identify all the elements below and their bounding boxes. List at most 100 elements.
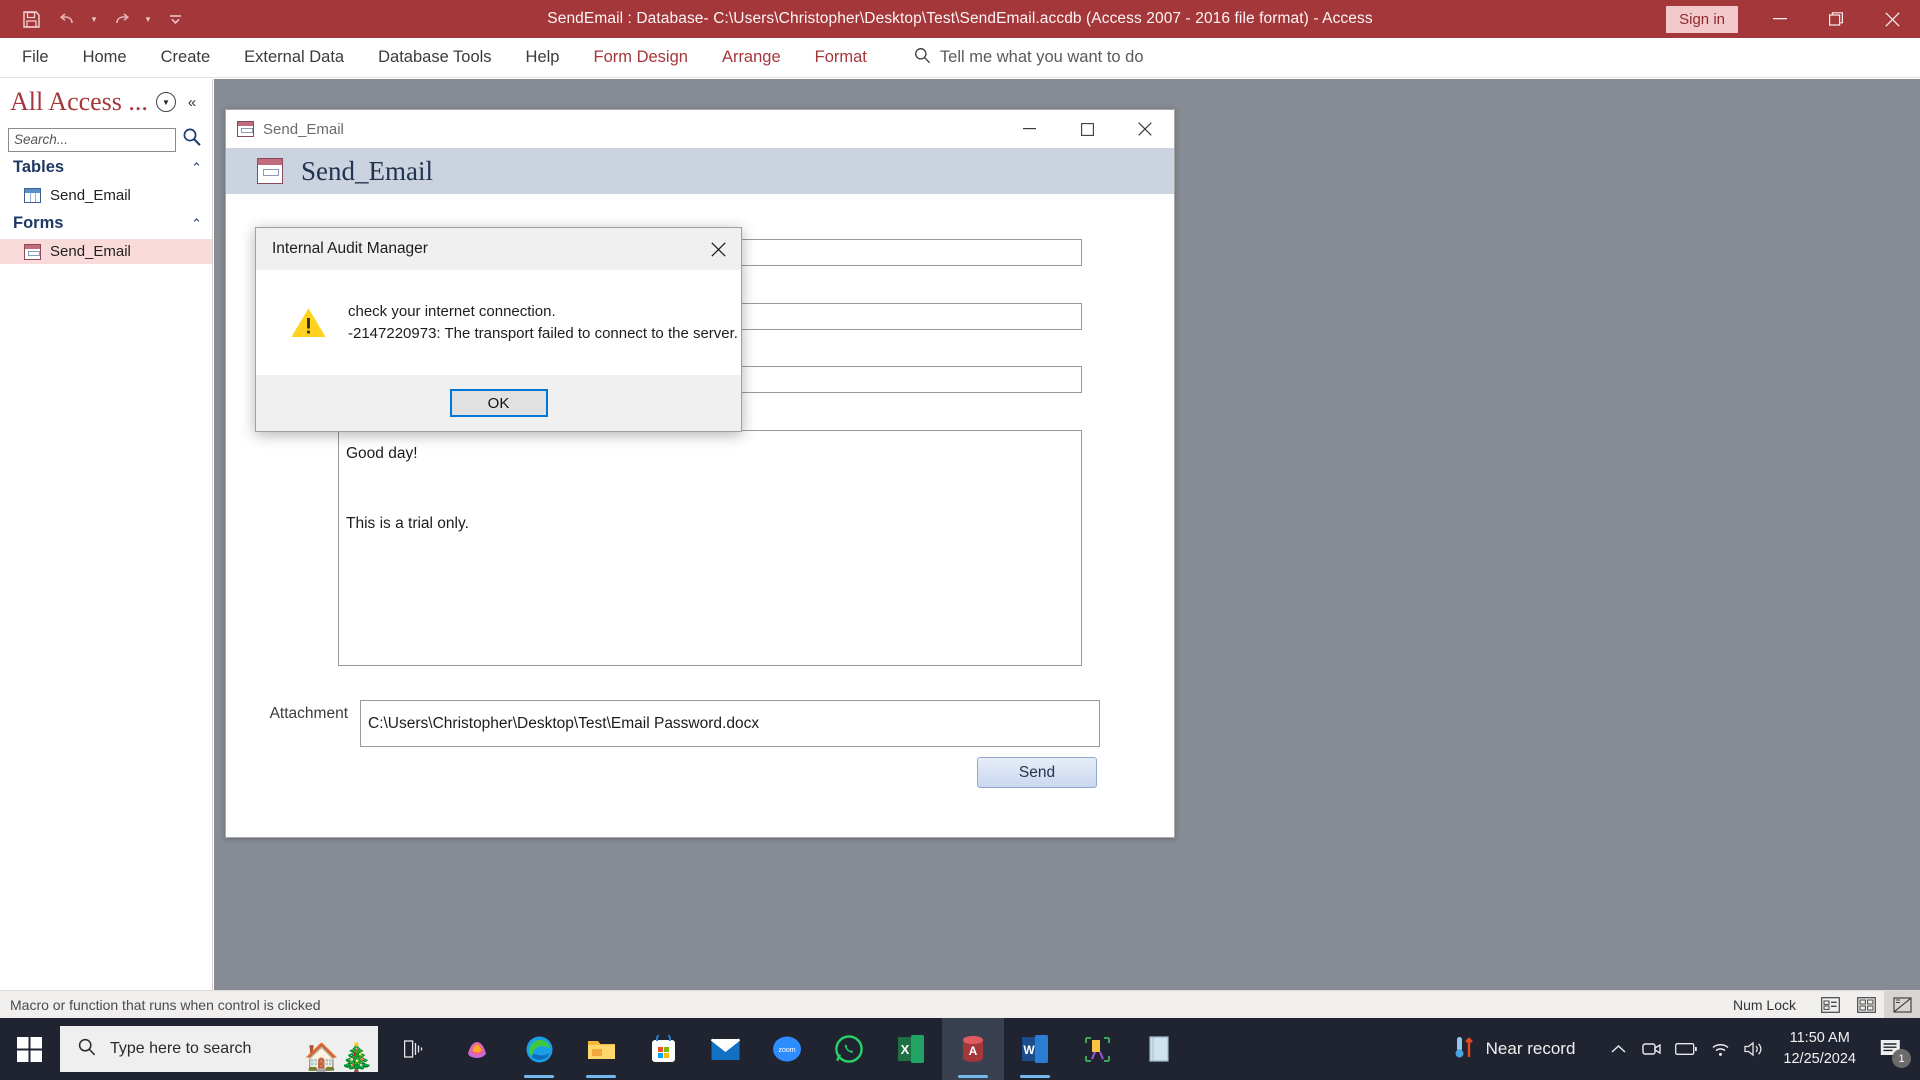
battery-icon[interactable]	[1669, 1018, 1703, 1080]
num-lock-indicator: Num Lock	[1732, 996, 1796, 1013]
customize-qat-icon[interactable]	[158, 4, 192, 34]
dialog-message-line2: -2147220973: The transport failed to con…	[348, 324, 738, 342]
ok-button[interactable]: OK	[449, 389, 548, 417]
attachment-field[interactable]: C:\Users\Christopher\Desktop\Test\Email …	[360, 700, 1100, 747]
ribbon-tab-format[interactable]: Format	[798, 38, 884, 78]
form-row-attachment: Attachment C:\Users\Christopher\Desktop\…	[226, 700, 1100, 747]
ribbon-tab-file[interactable]: File	[0, 38, 66, 78]
form-icon	[257, 158, 283, 184]
undo-dropdown-icon[interactable]: ▾	[86, 4, 102, 34]
dialog-body: check your internet connection. -2147220…	[256, 270, 741, 375]
show-hidden-icons-icon[interactable]	[1601, 1018, 1635, 1080]
status-bar: Macro or function that runs when control…	[0, 990, 1920, 1019]
thermometer-icon	[1454, 1035, 1476, 1064]
access-icon[interactable]: A	[942, 1018, 1004, 1080]
file-explorer-icon[interactable]	[570, 1018, 632, 1080]
start-button[interactable]	[0, 1018, 58, 1080]
collapse-pane-icon[interactable]: «	[188, 94, 196, 111]
form-window: Send_Email Send_Email Good day! This is …	[225, 109, 1175, 838]
ribbon-tab-external-data[interactable]: External Data	[227, 38, 361, 78]
svg-text:zoom: zoom	[778, 1047, 795, 1054]
tell-me-search[interactable]: Tell me what you want to do	[914, 47, 1144, 69]
svg-text:A: A	[969, 1044, 978, 1058]
dialog-footer: OK	[256, 375, 741, 431]
ribbon-tab-create[interactable]: Create	[144, 38, 228, 78]
close-button[interactable]	[1864, 0, 1920, 38]
taskview-icon[interactable]	[384, 1018, 446, 1080]
search-icon[interactable]	[182, 127, 202, 152]
form-close-button[interactable]	[1116, 110, 1174, 148]
form-maximize-button[interactable]	[1058, 110, 1116, 148]
notes-icon[interactable]	[1128, 1018, 1190, 1080]
whatsapp-icon[interactable]	[818, 1018, 880, 1080]
zoom-icon[interactable]: zoom	[756, 1018, 818, 1080]
word-icon[interactable]: W	[1004, 1018, 1066, 1080]
error-dialog: Internal Audit Manager check your intern…	[255, 227, 742, 432]
volume-icon[interactable]	[1737, 1018, 1771, 1080]
save-icon[interactable]	[14, 4, 48, 34]
chevron-up-icon[interactable]: ⌃	[191, 216, 202, 232]
search-icon	[78, 1038, 96, 1061]
ribbon-tab-help[interactable]: Help	[509, 38, 577, 78]
nav-group-label: Forms	[13, 214, 64, 232]
copilot-icon[interactable]	[446, 1018, 508, 1080]
form-minimize-button[interactable]	[1000, 110, 1058, 148]
ribbon-tab-database-tools[interactable]: Database Tools	[361, 38, 508, 78]
sidebar-item-form-send-email[interactable]: Send_Email	[0, 239, 212, 264]
form-icon	[24, 243, 41, 260]
nav-pane-title: All Access ...	[10, 87, 148, 116]
chevron-up-icon[interactable]: ⌃	[191, 160, 202, 176]
taskbar-search-input[interactable]: Type here to search 🏠🎄	[60, 1026, 378, 1072]
dialog-titlebar: Internal Audit Manager	[256, 228, 741, 270]
ribbon-tab-arrange[interactable]: Arrange	[705, 38, 798, 78]
warning-icon	[290, 306, 327, 339]
mail-icon[interactable]	[694, 1018, 756, 1080]
app-titlebar: ▾ ▾ SendEmail : Database- C:\Users\Chris…	[0, 0, 1920, 38]
microsoft-store-icon[interactable]	[632, 1018, 694, 1080]
window-title: SendEmail : Database- C:\Users\Christoph…	[547, 10, 1373, 27]
design-view-button[interactable]	[1884, 990, 1920, 1019]
edge-icon[interactable]	[508, 1018, 570, 1080]
ribbon-tab-form-design[interactable]: Form Design	[576, 38, 704, 78]
dialog-title: Internal Audit Manager	[272, 240, 428, 257]
send-button[interactable]: Send	[977, 757, 1097, 788]
ribbon-tab-home[interactable]: Home	[66, 38, 144, 78]
notification-center-icon[interactable]: 1	[1868, 1018, 1914, 1080]
form-row-message: Good day! This is a trial only.	[226, 430, 1082, 666]
dialog-message: check your internet connection. -2147220…	[348, 301, 738, 344]
layout-view-button[interactable]	[1848, 991, 1884, 1019]
taskbar-app-icons: zoom X A W	[384, 1018, 1190, 1080]
minimize-button[interactable]	[1752, 0, 1808, 38]
form-view-button[interactable]	[1812, 991, 1848, 1019]
undo-icon[interactable]	[50, 4, 84, 34]
weather-widget[interactable]: Near record	[1454, 1035, 1575, 1064]
system-tray: Near record 11:50 AM 12/25/2024 1	[1454, 1018, 1920, 1080]
message-field[interactable]: Good day! This is a trial only.	[338, 430, 1082, 666]
table-icon	[24, 188, 41, 203]
chevron-down-icon[interactable]: ▼	[155, 92, 176, 112]
clock-date: 12/25/2024	[1783, 1051, 1856, 1067]
redo-dropdown-icon[interactable]: ▾	[140, 4, 156, 34]
status-message: Macro or function that runs when control…	[10, 996, 321, 1013]
sidebar-item-table-send-email[interactable]: Send_Email	[0, 183, 212, 208]
dialog-message-line1: check your internet connection.	[348, 303, 556, 321]
form-icon	[237, 121, 254, 137]
redo-icon[interactable]	[104, 4, 138, 34]
nav-item-label: Send_Email	[50, 187, 131, 204]
nav-group-tables[interactable]: Tables ⌃	[0, 152, 212, 183]
excel-icon[interactable]: X	[880, 1018, 942, 1080]
camera-icon[interactable]	[1635, 1018, 1669, 1080]
snipping-tool-icon[interactable]	[1066, 1018, 1128, 1080]
form-window-buttons	[1000, 110, 1174, 148]
taskbar-clock[interactable]: 11:50 AM 12/25/2024	[1771, 1028, 1868, 1070]
nav-group-forms[interactable]: Forms ⌃	[0, 208, 212, 239]
restore-button[interactable]	[1808, 0, 1864, 38]
dialog-close-icon[interactable]	[696, 231, 741, 267]
wifi-icon[interactable]	[1703, 1018, 1737, 1080]
sign-in-button[interactable]: Sign in	[1666, 5, 1738, 33]
form-header-band: Send_Email	[226, 148, 1174, 194]
svg-text:X: X	[901, 1042, 910, 1057]
form-window-title: Send_Email	[263, 120, 344, 138]
tell-me-placeholder: Tell me what you want to do	[939, 48, 1144, 66]
search-input[interactable]: Search...	[8, 127, 176, 152]
